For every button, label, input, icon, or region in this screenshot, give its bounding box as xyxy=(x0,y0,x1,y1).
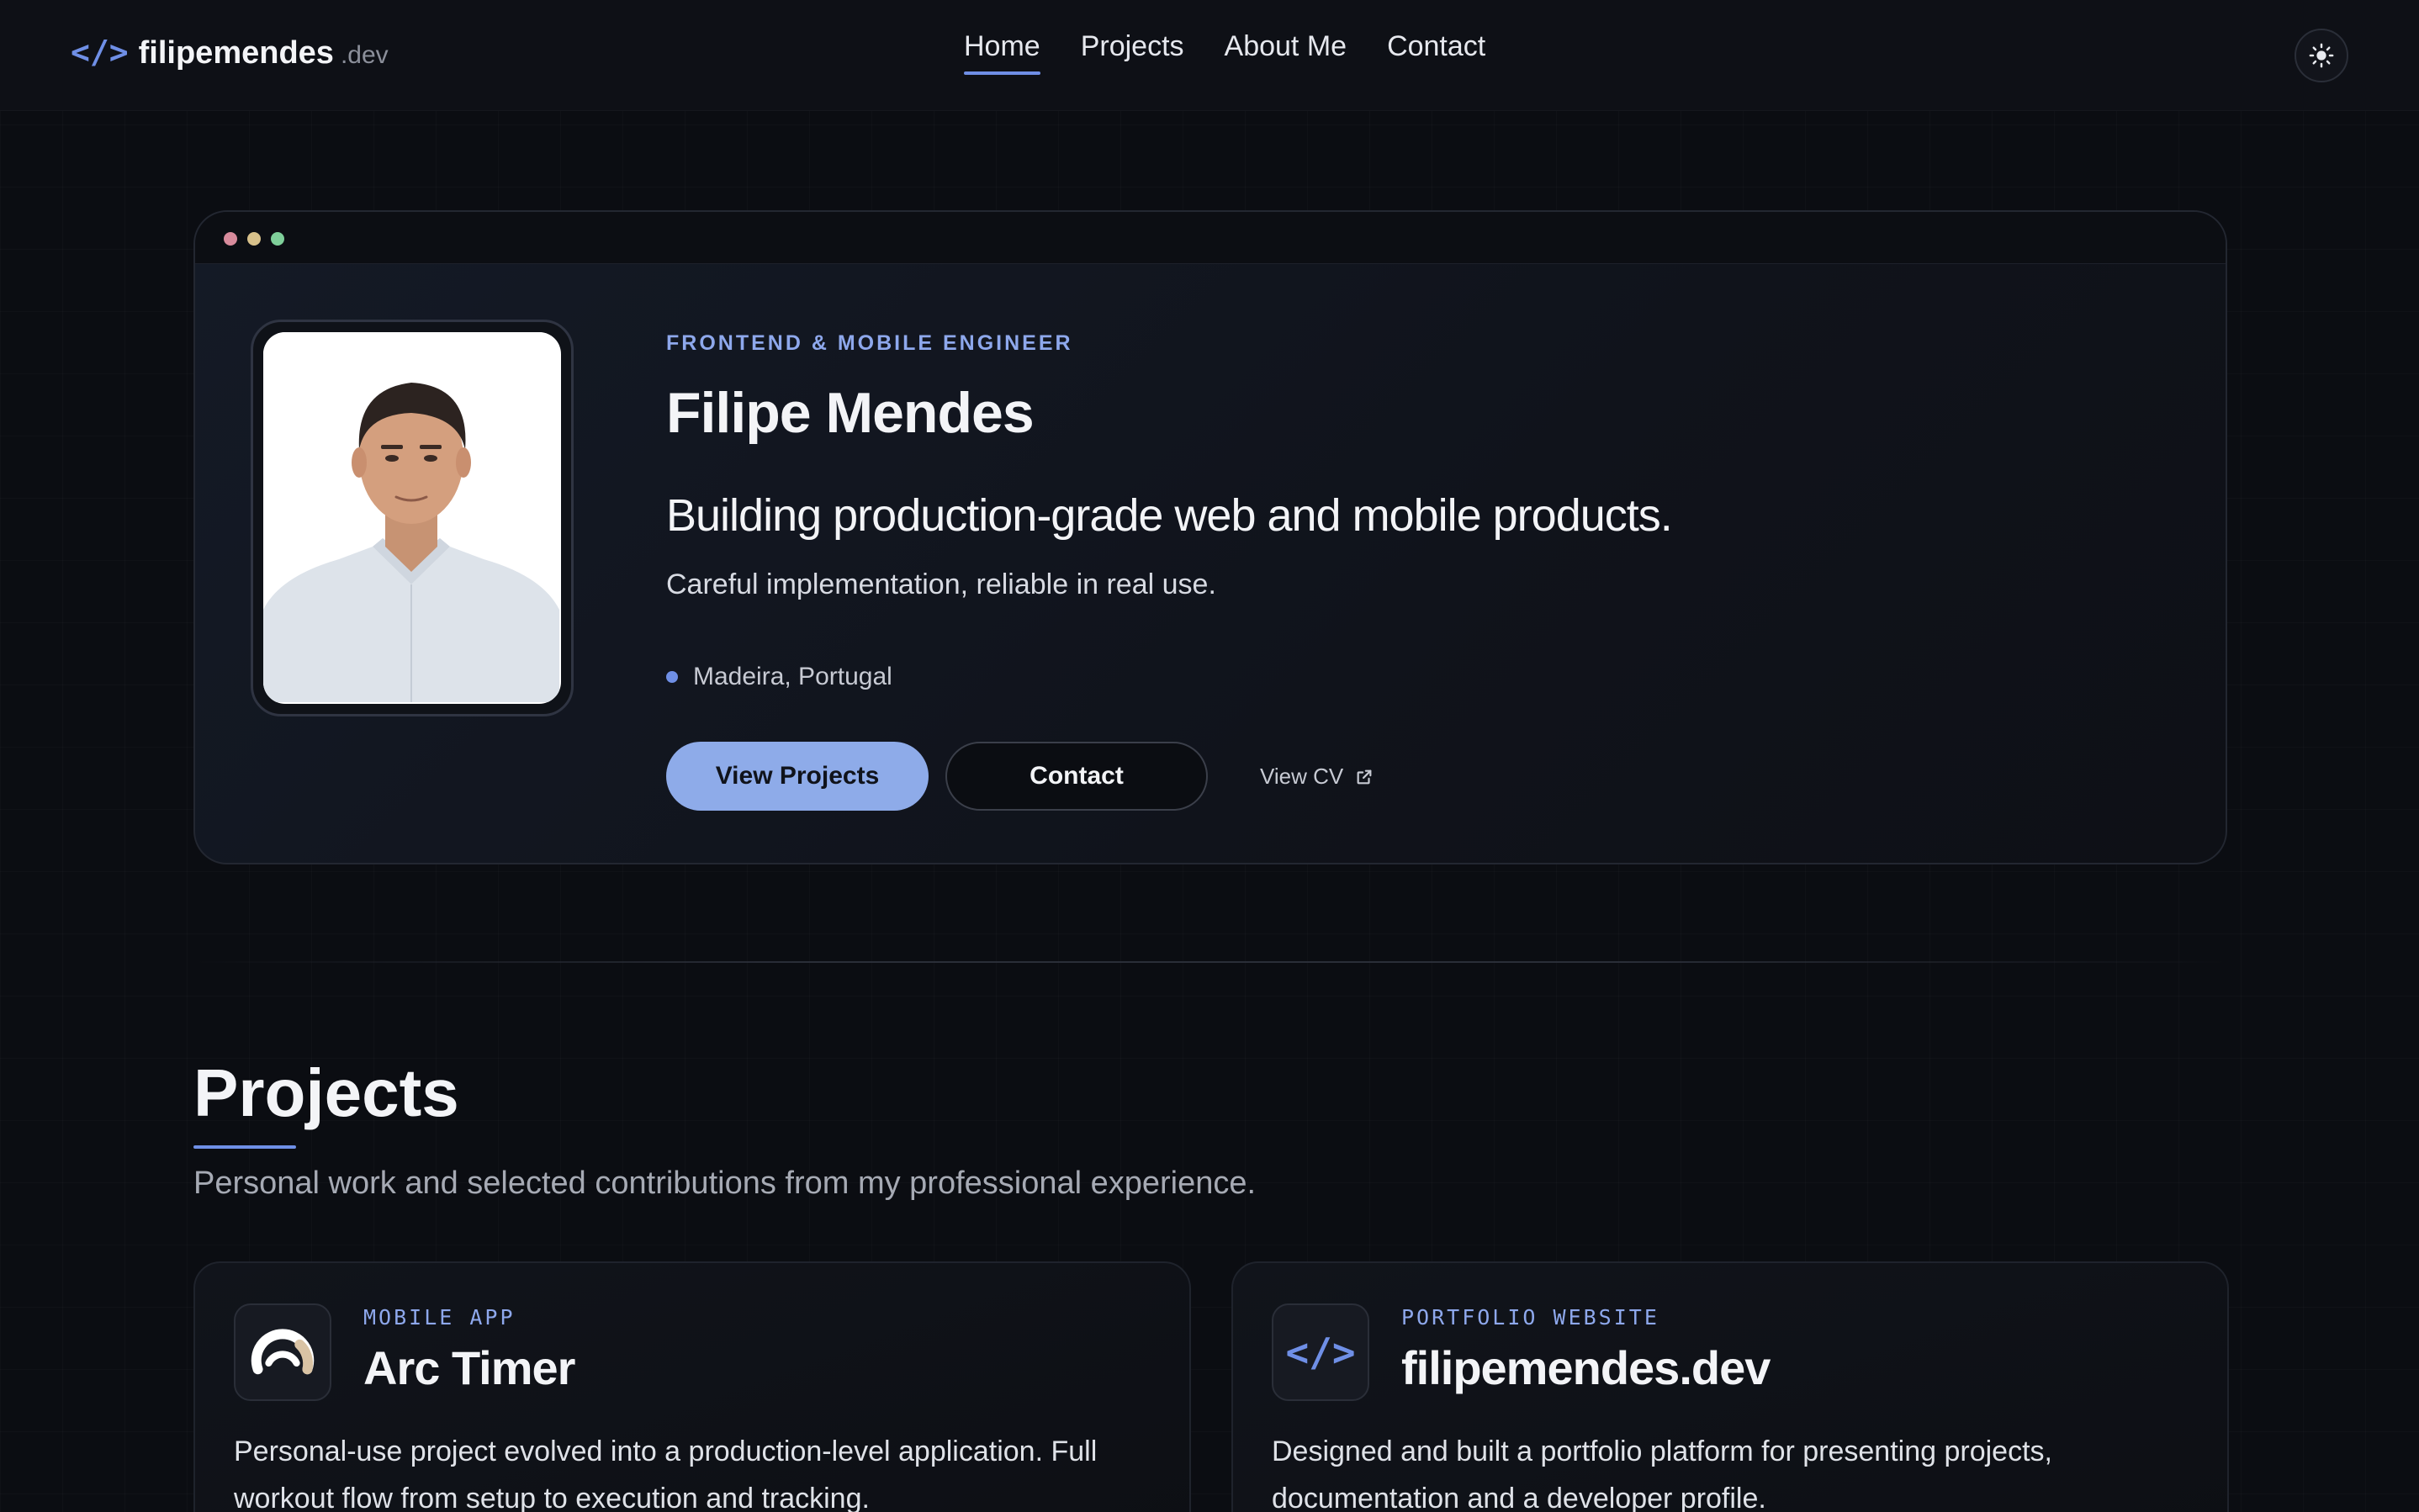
window-dot-yellow xyxy=(247,232,261,246)
hero-name: Filipe Mendes xyxy=(666,381,1035,445)
location-text: Madeira, Portugal xyxy=(693,663,892,690)
view-projects-button[interactable]: View Projects xyxy=(666,742,929,811)
project-card-arc-timer[interactable]: MOBILE APP Arc Timer Personal-use projec… xyxy=(193,1261,1191,1512)
window-dot-green xyxy=(271,232,284,246)
window-titlebar xyxy=(195,212,2226,264)
project-kind: MOBILE APP xyxy=(363,1305,516,1330)
project-card-portfolio[interactable]: </> PORTFOLIO WEBSITE filipemendes.dev D… xyxy=(1231,1261,2229,1512)
view-cv-label: View CV xyxy=(1260,764,1344,789)
view-cv-link[interactable]: View CV xyxy=(1260,764,1374,790)
project-title: Arc Timer xyxy=(363,1341,575,1394)
section-divider xyxy=(193,961,2227,963)
projects-title: Projects xyxy=(193,1055,459,1130)
main-nav: Home Projects About Me Contact xyxy=(964,30,1485,75)
window-dot-red xyxy=(224,232,237,246)
project-description: Designed and built a portfolio platform … xyxy=(1272,1435,2052,1512)
projects-title-underline xyxy=(193,1145,296,1149)
nav-projects[interactable]: Projects xyxy=(1081,30,1184,75)
site-logo[interactable]: </> filipemendes .dev xyxy=(71,34,389,71)
code-brackets-glyph: </> xyxy=(1285,1330,1356,1375)
nav-about-me[interactable]: About Me xyxy=(1225,30,1347,75)
project-description: Personal-use project evolved into a prod… xyxy=(234,1435,1098,1512)
external-link-icon xyxy=(1357,769,1372,784)
nav-home[interactable]: Home xyxy=(964,30,1040,75)
site-header: </> filipemendes .dev Home Projects Abou… xyxy=(0,0,2419,111)
code-brackets-icon: </> xyxy=(1272,1303,1369,1401)
hero-eyebrow: FRONTEND & MOBILE ENGINEER xyxy=(666,331,1073,355)
project-kind: PORTFOLIO WEBSITE xyxy=(1401,1305,1659,1330)
logo-name: filipemendes xyxy=(138,35,334,71)
profile-photo-frame xyxy=(251,320,574,716)
logo-tld: .dev xyxy=(340,41,389,69)
hero-subline: Careful implementation, reliable in real… xyxy=(666,568,1216,600)
arc-timer-icon xyxy=(234,1303,331,1401)
location-dot-icon xyxy=(666,671,678,683)
profile-photo xyxy=(263,332,561,704)
location: Madeira, Portugal xyxy=(666,663,892,691)
hero-tagline: Building production-grade web and mobile… xyxy=(666,490,1673,541)
hero-card: FRONTEND & MOBILE ENGINEER Filipe Mendes… xyxy=(193,210,2227,864)
projects-subtitle: Personal work and selected contributions… xyxy=(193,1166,1257,1201)
contact-button[interactable]: Contact xyxy=(945,742,1208,811)
code-brackets-icon: </> xyxy=(71,34,129,71)
project-title: filipemendes.dev xyxy=(1401,1341,1771,1394)
nav-contact[interactable]: Contact xyxy=(1387,30,1485,75)
sun-icon xyxy=(2309,43,2334,68)
theme-toggle-button[interactable] xyxy=(2295,29,2348,82)
